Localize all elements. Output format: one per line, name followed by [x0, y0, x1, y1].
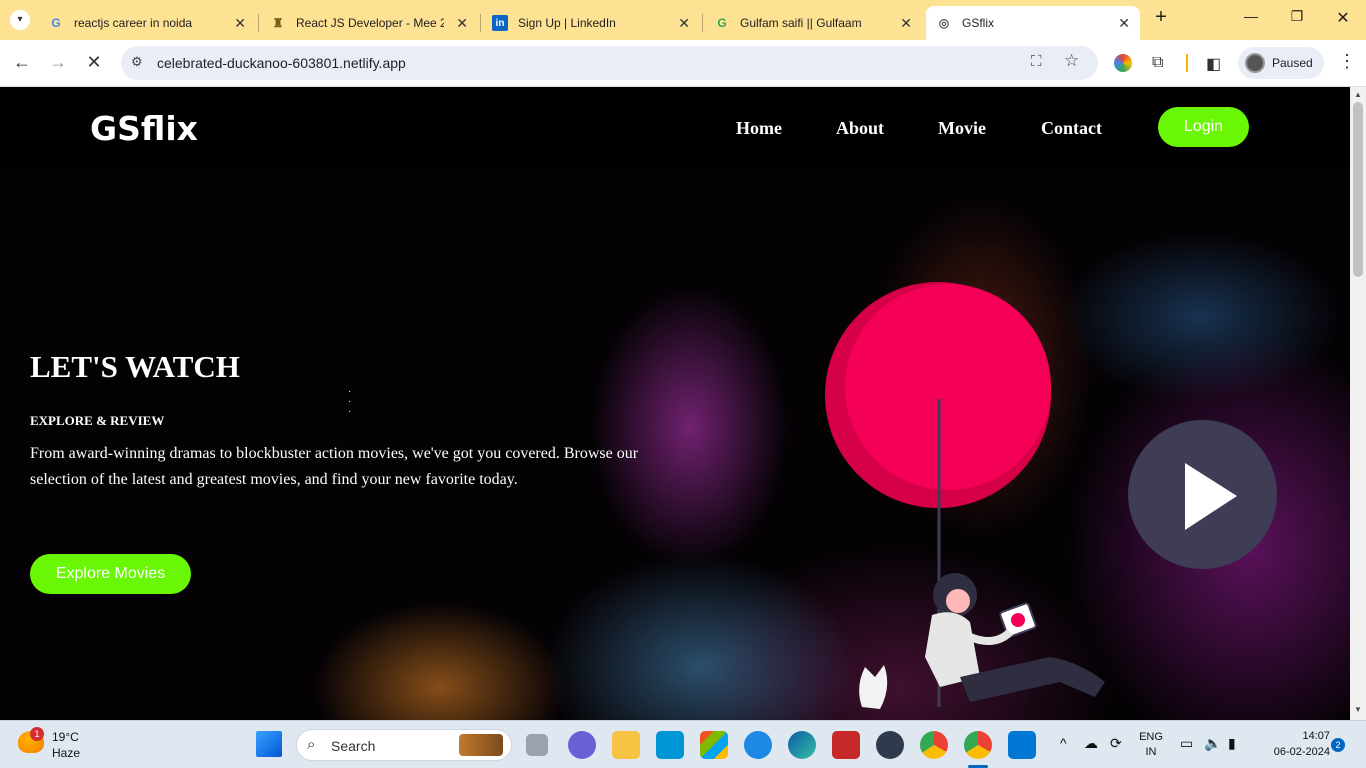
close-icon[interactable]: ✕: [678, 15, 690, 32]
minimize-icon[interactable]: —: [1236, 8, 1266, 24]
microsoft-store-icon[interactable]: [700, 731, 728, 759]
chrome-icon[interactable]: [920, 731, 948, 759]
taskbar-search[interactable]: ⌕ Search: [296, 729, 512, 761]
address-bar[interactable]: ⚙ celebrated-duckanoo-603801.netlify.app…: [121, 46, 1098, 80]
windows-start-icon[interactable]: [256, 731, 282, 757]
explore-movies-button[interactable]: Explore Movies: [30, 554, 191, 594]
nav-home[interactable]: Home: [736, 118, 782, 139]
language-indicator[interactable]: ENG IN: [1136, 731, 1166, 758]
notification-badge[interactable]: 2: [1331, 738, 1345, 752]
teams-chat-icon[interactable]: [568, 731, 596, 759]
myhp-icon[interactable]: [656, 731, 684, 759]
weather-badge: 1: [30, 727, 44, 741]
extension-color-icon[interactable]: [1114, 54, 1132, 72]
windows-taskbar: 1 19°C Haze ⌕ Search ^ ☁ ⟳ ENG IN ▭ 🔈 ▮ …: [0, 720, 1366, 768]
close-icon[interactable]: ✕: [234, 15, 246, 32]
extensions-puzzle-icon[interactable]: ⧉: [1152, 54, 1163, 72]
volume-icon[interactable]: 🔈: [1204, 735, 1221, 752]
divider: [1186, 54, 1188, 72]
tab-react-developer[interactable]: ♜ React JS Developer - Mee 2 Mee ✕: [260, 6, 478, 40]
play-video-button[interactable]: [1128, 420, 1277, 569]
network-icon[interactable]: ▭: [1180, 735, 1193, 752]
dots-decoration: · · ·: [348, 386, 352, 417]
clock[interactable]: 14:07 06-02-2024: [1254, 730, 1330, 758]
google-icon: G: [717, 16, 727, 30]
nav-movie[interactable]: Movie: [938, 118, 986, 139]
avatar: [1245, 53, 1265, 73]
hero-subtitle: EXPLORE & REVIEW: [30, 413, 165, 428]
wps-icon[interactable]: [876, 731, 904, 759]
search-icon: ⌕: [307, 736, 316, 753]
edge-icon[interactable]: [788, 731, 816, 759]
browser-toolbar: ← → ✕ ⚙ celebrated-duckanoo-603801.netli…: [0, 40, 1366, 87]
cloud-icon[interactable]: ☁: [1084, 735, 1098, 752]
scroll-up-icon[interactable]: ▲: [1354, 90, 1362, 99]
show-hidden-icons[interactable]: ^: [1060, 735, 1067, 751]
stop-loading-icon[interactable]: ✕: [82, 52, 106, 73]
scroll-thumb[interactable]: [1353, 102, 1363, 277]
job-icon: ♜: [272, 16, 284, 30]
window-close-icon[interactable]: ✕: [1328, 8, 1358, 28]
page-scrollbar[interactable]: ▲ ▼: [1350, 87, 1366, 720]
file-explorer-icon[interactable]: [612, 731, 640, 759]
site-icon: ◎: [938, 16, 950, 30]
nav-about[interactable]: About: [836, 118, 884, 139]
vscode-icon[interactable]: [1008, 731, 1036, 759]
restore-icon[interactable]: ❐: [1282, 8, 1312, 25]
site-info-icon[interactable]: ⚙: [131, 54, 143, 70]
sync-icon[interactable]: ⟳: [1110, 735, 1122, 752]
new-tab-icon[interactable]: +: [1146, 6, 1176, 29]
tab-gsflix[interactable]: ◎ GSflix ✕: [926, 6, 1140, 40]
google-icon: G: [51, 16, 61, 30]
menu-kebab-icon[interactable]: ⋮: [1338, 51, 1356, 72]
forward-icon[interactable]: →: [46, 52, 70, 73]
url-text[interactable]: celebrated-duckanoo-603801.netlify.app: [157, 55, 406, 71]
tab-gulfam[interactable]: G Gulfam saifi || Gulfaam ✕: [704, 6, 922, 40]
task-view-icon[interactable]: [526, 734, 548, 756]
hero-title: LET'S WATCH: [30, 349, 240, 384]
get-help-icon[interactable]: [744, 731, 772, 759]
close-icon[interactable]: ✕: [456, 15, 468, 32]
chrome-active-icon[interactable]: [964, 731, 992, 759]
battery-icon[interactable]: ▮: [1228, 735, 1236, 752]
page-viewport: GSflix Home About Movie Contact Login LE…: [0, 87, 1350, 720]
tab-reactjs-career[interactable]: G reactjs career in noida ✕: [38, 6, 256, 40]
site-logo[interactable]: GSflix: [90, 109, 198, 148]
nav-contact[interactable]: Contact: [1041, 118, 1102, 139]
close-icon[interactable]: ✕: [900, 15, 912, 32]
profile-button[interactable]: Paused: [1238, 47, 1324, 79]
browser-titlebar: ▾ G reactjs career in noida ✕ ♜ React JS…: [0, 0, 1366, 40]
site-navbar: GSflix Home About Movie Contact Login: [0, 87, 1350, 167]
login-button[interactable]: Login: [1158, 107, 1249, 147]
search-highlight-icon: [459, 734, 503, 756]
tab-search-icon[interactable]: ▾: [10, 10, 30, 30]
translate-icon[interactable]: ⛶: [1031, 53, 1042, 70]
side-panel-icon[interactable]: ◧: [1206, 54, 1221, 74]
linkedin-icon: in: [492, 15, 508, 31]
close-icon[interactable]: ✕: [1118, 15, 1130, 32]
acrobat-icon[interactable]: [832, 731, 860, 759]
back-icon[interactable]: ←: [10, 52, 34, 73]
balloon-girl-illustration: [825, 282, 1105, 709]
hero-description: From award-winning dramas to blockbuster…: [30, 445, 639, 488]
play-icon: [1185, 463, 1237, 530]
scroll-down-icon[interactable]: ▼: [1354, 705, 1362, 714]
bookmark-star-icon[interactable]: ☆: [1064, 51, 1079, 71]
tab-linkedin[interactable]: in Sign Up | LinkedIn ✕: [482, 6, 700, 40]
